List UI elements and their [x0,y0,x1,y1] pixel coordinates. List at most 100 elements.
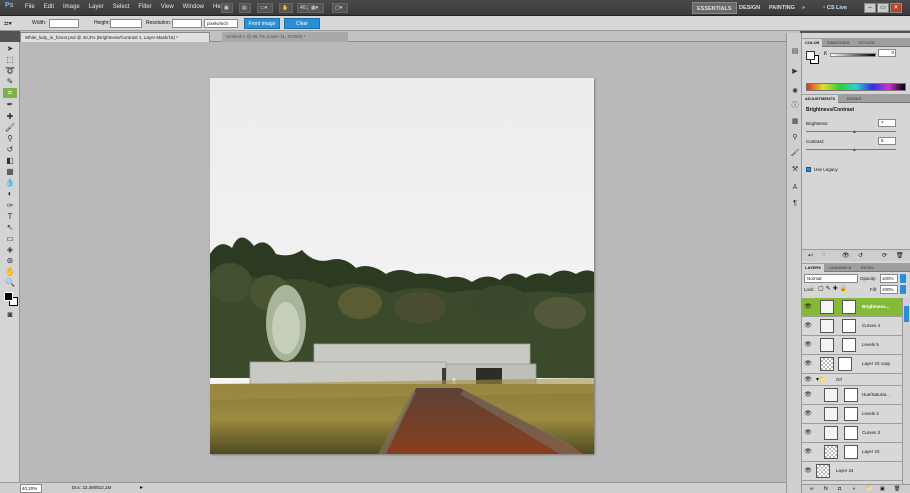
clone-source-panel-icon[interactable]: ⚲ [789,133,801,143]
actions-panel-icon[interactable]: ▶ [789,67,801,77]
quick-mask-icon[interactable]: ◙ [3,310,17,320]
layer-mask-thumbnail[interactable] [842,300,856,314]
layer-group-row[interactable]: 👁 ▾📁 Grl [802,374,902,386]
color-ramp[interactable] [806,83,906,91]
width-input[interactable] [49,19,79,28]
fill-input[interactable]: 100% [880,285,898,294]
gradient-tool-icon[interactable]: ▦ [3,167,17,177]
layer-row[interactable]: 👁 Curves 3 [802,424,902,443]
hand-tool-icon[interactable]: ✋ [3,267,17,277]
eye-icon[interactable]: 👁 [804,467,812,475]
layer-mask-thumbnail[interactable] [844,388,858,402]
blur-tool-icon[interactable]: 💧 [3,178,17,188]
refresh-icon[interactable]: ⟳ [882,252,887,259]
menu-layer[interactable]: Layer [89,4,104,10]
crop-tool-icon[interactable]: ⌗ [3,88,17,98]
eraser-tool-icon[interactable]: ◧ [3,156,17,166]
menu-select[interactable]: Select [113,4,130,10]
contrast-slider[interactable] [806,149,896,150]
menu-filter[interactable]: Filter [138,4,151,10]
brightness-slider[interactable] [806,131,896,132]
add-mask-icon[interactable]: ◘ [838,486,841,492]
character-panel-icon[interactable]: A [789,183,801,193]
menu-window[interactable]: Window [183,4,204,10]
brush-preset-panel-icon[interactable]: 🖌 [789,149,801,159]
eye-icon[interactable]: 👁 [804,376,812,384]
lock-icons[interactable]: ▢✎✚🔒 [818,285,849,292]
document-image[interactable] [210,78,594,454]
contrast-slider-handle[interactable]: ▲ [852,147,857,153]
layer-row[interactable]: 👁 Layer 23 [802,443,902,462]
use-legacy-checkbox[interactable] [806,167,811,172]
cs-live-button[interactable]: ◔ CS Live [818,2,851,14]
tab-document-1[interactable]: White_lady_in_forest.psd @ 40,3% (Bright… [20,32,210,42]
blend-mode-select[interactable]: Normal [804,274,858,283]
tab-layers[interactable]: LAYERS [802,264,824,272]
layer-mask-thumbnail[interactable] [842,319,856,333]
k-value-input[interactable]: 0 [878,49,896,57]
workspace-painting[interactable]: PAINTING [765,2,799,14]
layer-row[interactable]: 👁 Levels 4 [802,405,902,424]
new-layer-icon[interactable]: ▣ [880,486,885,492]
workspace-more[interactable]: » [798,2,809,14]
visibility-icon[interactable]: 👁 [842,252,850,259]
resolution-unit-select[interactable]: pixels/inch [204,19,238,28]
new-group-icon[interactable]: 📁 [866,486,872,492]
clear-button[interactable]: Clear [284,18,320,29]
foreground-color-swatch[interactable] [4,292,13,301]
maximize-button[interactable]: ▭ [877,3,889,13]
layer-mask-thumbnail[interactable] [844,407,858,421]
healing-brush-tool-icon[interactable]: ✚ [3,112,17,122]
paragraph-panel-icon[interactable]: ¶ [789,199,801,209]
shape-tool-icon[interactable]: ▭ [3,234,17,244]
return-icon[interactable]: ↩ [808,252,813,259]
front-image-button[interactable]: Front Image [244,18,280,29]
contrast-input[interactable]: 5 [878,137,896,145]
workspace-essentials[interactable]: ESSENTIALS [692,2,737,14]
layer-mask-thumbnail[interactable] [842,338,856,352]
brightness-input[interactable]: 7 [878,119,896,127]
move-tool-icon[interactable]: ➤ [3,44,17,54]
history-brush-tool-icon[interactable]: ↺ [3,145,17,155]
eye-icon[interactable]: 👁 [804,341,812,349]
navigator-panel-icon[interactable]: ✺ [789,87,801,97]
layers-scroll-thumb[interactable] [904,306,909,322]
layer-mask-thumbnail[interactable] [838,357,852,371]
eye-icon[interactable]: 👁 [804,448,812,456]
hand-tool-icon[interactable]: ✋ [279,3,293,13]
fill-dropdown-icon[interactable] [900,285,906,294]
histogram-panel-icon[interactable]: ▦ [789,117,801,127]
tab-document-2[interactable]: Untitled-1 @ 66,7% (Layer 11, RGB/8) * [222,32,348,42]
link-layers-icon[interactable]: ∞ [810,486,814,492]
status-menu-arrow-icon[interactable]: ▸ [140,484,143,491]
close-button[interactable]: ✕ [890,3,902,13]
reset-icon[interactable]: ↺ [858,252,863,259]
zoom-tool-icon[interactable]: 🔍 [3,278,17,288]
brightness-slider-handle[interactable]: ▲ [852,129,857,135]
tab-color[interactable]: COLOR [802,39,823,47]
minimize-button[interactable]: – [864,3,876,13]
tool-presets-panel-icon[interactable]: ⚒ [789,165,801,175]
view-extras-icon[interactable]: ▭▾ [257,3,273,13]
tab-adjustments[interactable]: ADJUSTMENTS [802,95,839,103]
dodge-tool-icon[interactable]: ◐ [3,189,17,199]
brush-tool-icon[interactable]: 🖌 [3,123,17,133]
pen-tool-icon[interactable]: ✑ [3,201,17,211]
3d-camera-tool-icon[interactable]: ⊛ [3,256,17,266]
menu-file[interactable]: File [25,4,35,10]
mini-bridge-icon[interactable]: ▤ [239,3,251,13]
lasso-tool-icon[interactable]: ➰ [3,66,17,76]
panel-fg-swatch[interactable] [806,51,815,60]
marquee-tool-icon[interactable]: ⬚ [3,55,17,65]
layer-row[interactable]: 👁 Layer 23 copy [802,355,902,374]
menu-view[interactable]: View [161,4,174,10]
3d-rotate-tool-icon[interactable]: ◈ [3,245,17,255]
zoom-field[interactable]: 40,20% [20,484,42,493]
tab-paths[interactable]: PATHS [858,264,877,272]
delete-layer-icon[interactable]: 🗑 [894,486,900,492]
layer-mask-thumbnail[interactable] [844,445,858,459]
height-input[interactable] [110,19,142,28]
eye-icon[interactable]: 👁 [804,303,812,311]
layer-row[interactable]: 👁 Curves 4 [802,317,902,336]
history-panel-icon[interactable]: ▤ [789,47,801,57]
